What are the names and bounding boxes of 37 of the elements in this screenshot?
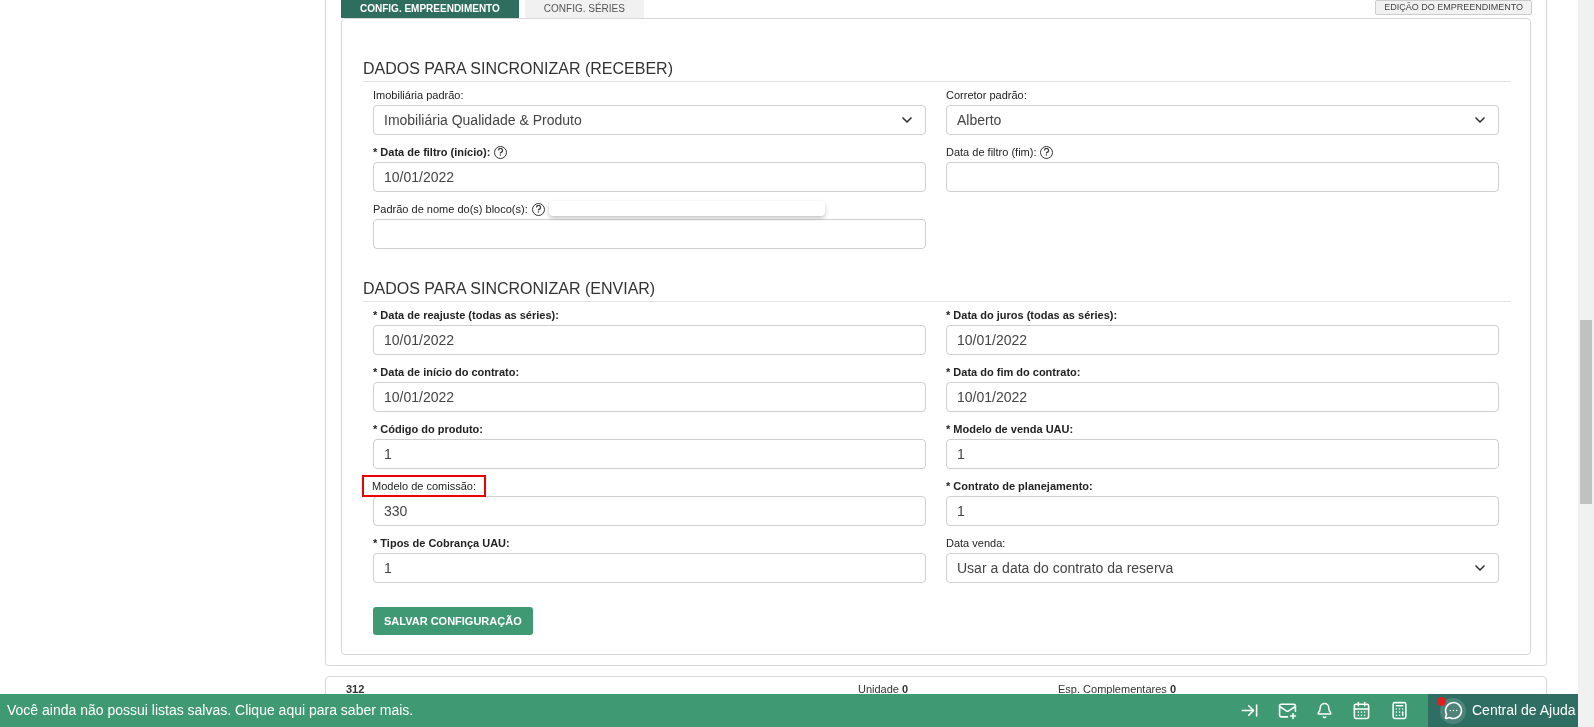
input-field[interactable]: 10/01/2022 bbox=[373, 382, 926, 412]
field-label: Data de filtro (fim): bbox=[946, 146, 1037, 158]
edit-button[interactable]: EDIÇÃO DO EMPREENDIMENTO bbox=[1375, 0, 1532, 15]
input-field[interactable]: 1 bbox=[946, 439, 1499, 469]
field-label: Data venda: bbox=[946, 537, 1006, 549]
input-field[interactable]: 1 bbox=[373, 439, 926, 469]
summary-item: Esp. Complementares 0 bbox=[1058, 682, 1176, 697]
field-label: * Modelo de venda UAU: bbox=[946, 423, 1074, 435]
field-label: Imobiliária padrão: bbox=[373, 89, 464, 101]
select-field[interactable]: Usar a data do contrato da reserva bbox=[946, 553, 1499, 583]
field-label: * Código do produto: bbox=[373, 423, 483, 435]
section-title: DADOS PARA SINCRONIZAR (RECEBER) bbox=[363, 59, 1511, 82]
summary-title: 312 bbox=[346, 682, 366, 697]
field-label: Padrão de nome do(s) bloco(s): bbox=[373, 203, 528, 215]
input-field[interactable]: 1 bbox=[946, 496, 1499, 526]
input-field[interactable]: 10/01/2022 bbox=[946, 325, 1499, 355]
field-label: * Tipos de Cobrança UAU: bbox=[373, 537, 510, 549]
field-label: * Data de início do contrato: bbox=[373, 366, 520, 378]
help-center-button[interactable]: Central de Ajuda bbox=[1428, 694, 1578, 727]
field-label: * Contrato de planejamento: bbox=[946, 480, 1093, 492]
field-label: * Data de filtro (início): bbox=[373, 146, 491, 158]
field-label: * Data de reajuste (todas as séries): bbox=[373, 309, 559, 321]
summary-item: Unidade 0 bbox=[858, 682, 910, 697]
tab[interactable]: CONFIG. EMPREENDIMENTO bbox=[341, 0, 519, 18]
input-field[interactable]: 330 bbox=[373, 496, 926, 526]
field-label: Modelo de comissão: bbox=[372, 480, 476, 492]
tab[interactable]: CONFIG. SÉRIES bbox=[524, 0, 644, 18]
field-label: * Data do fim do contrato: bbox=[946, 366, 1081, 378]
field-label: * Data do juros (todas as séries): bbox=[946, 309, 1118, 321]
select-field[interactable]: Imobiliária Qualidade & Produto bbox=[373, 105, 926, 135]
section-title: DADOS PARA SINCRONIZAR (ENVIAR) bbox=[363, 279, 1511, 302]
input-field[interactable]: 10/01/2022 bbox=[373, 162, 926, 192]
select-field[interactable]: Alberto bbox=[946, 105, 1499, 135]
input-field[interactable]: 10/01/2022 bbox=[946, 382, 1499, 412]
field-label: Corretor padrão: bbox=[946, 89, 1027, 101]
input-field[interactable]: 1 bbox=[373, 553, 926, 583]
input-field[interactable]: 10/01/2022 bbox=[373, 325, 926, 355]
